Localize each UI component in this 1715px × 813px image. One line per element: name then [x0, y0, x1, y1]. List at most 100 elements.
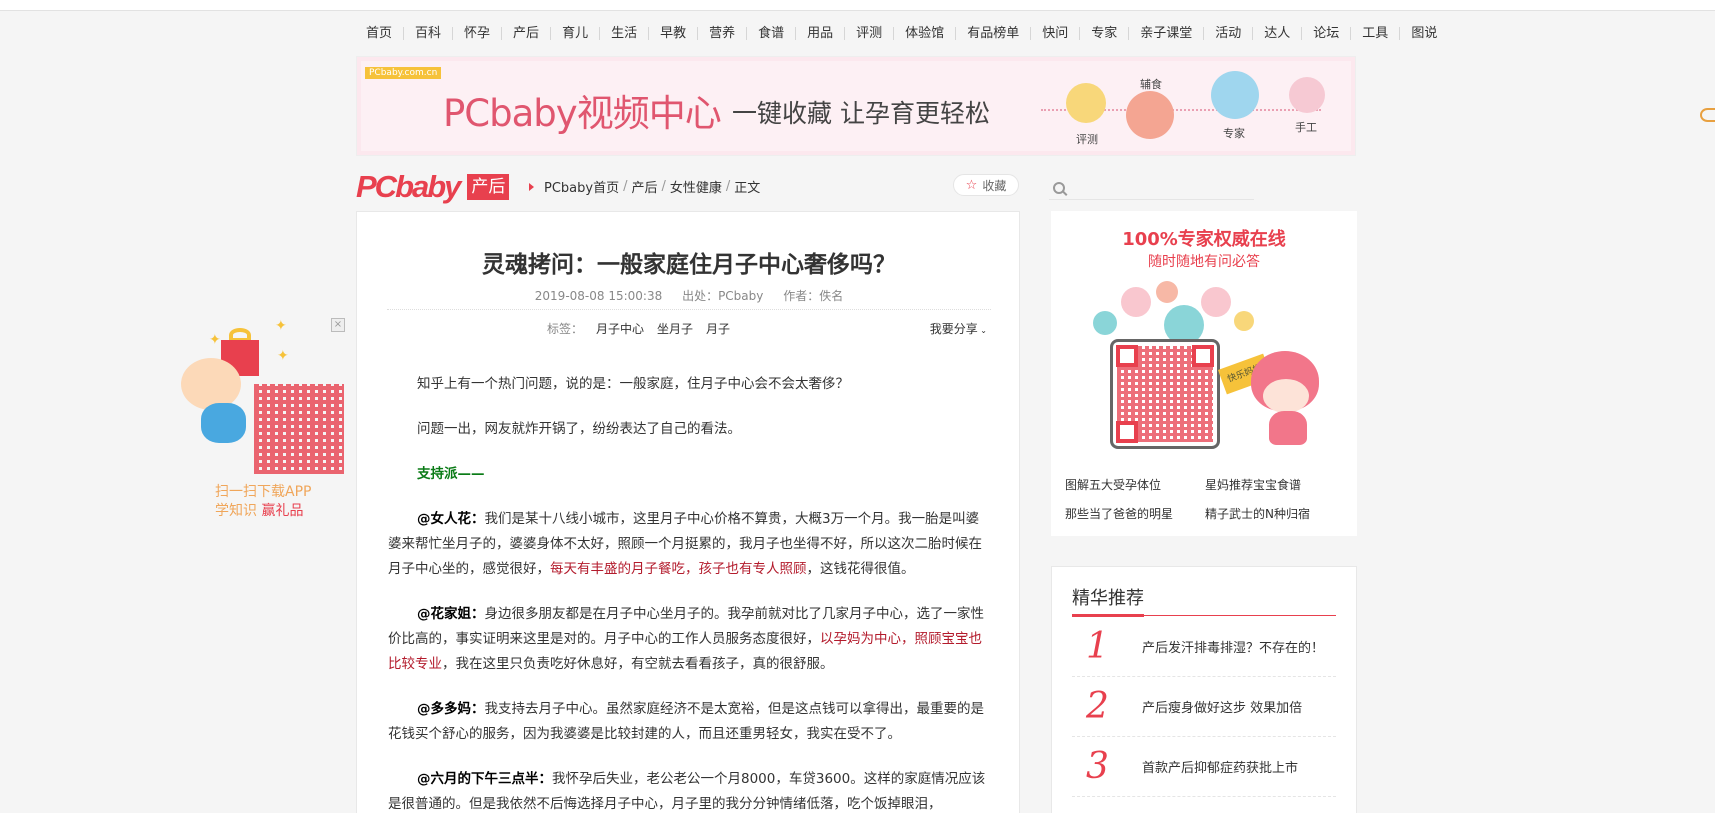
tags-label: 标签： — [547, 322, 584, 336]
nav-item-products[interactable]: 用品 — [795, 26, 844, 40]
share-label: 我要分享 — [929, 322, 978, 336]
recommend-item[interactable]: 1 产后发汗排毒排湿？不存在的！ — [1072, 617, 1336, 677]
search-bar — [1049, 176, 1254, 200]
qr-corner — [1116, 421, 1138, 443]
nav-item-recipes[interactable]: 食谱 — [746, 26, 795, 40]
nav-item-pregnancy[interactable]: 怀孕 — [452, 26, 501, 40]
commenter-name: @多多妈： — [417, 701, 485, 717]
nav-item-events[interactable]: 活动 — [1203, 26, 1252, 40]
tag-link[interactable]: 月子 — [706, 320, 730, 337]
logo-text: PCbaby — [356, 169, 461, 204]
article-paragraph: 知乎上有一个热门问题，说的是：一般家庭，住月子中心会不会太奢侈？ — [417, 376, 849, 392]
search-input[interactable] — [1075, 180, 1245, 195]
paragraph-text: ，这钱花得很值。 — [806, 561, 915, 577]
nav-item-parenting[interactable]: 育儿 — [550, 26, 599, 40]
paragraph-text: ，我在这里只负责吃好休息好，有空就去看看孩子，真的很舒服。 — [442, 656, 834, 672]
baby-mascot-head — [181, 358, 241, 410]
qr-corner — [1116, 345, 1138, 367]
video-center-banner[interactable]: PCbaby.com.cn PCbaby视频中心 一键收藏 让孕育更轻松 评测 … — [356, 56, 1356, 156]
nav-item-life[interactable]: 生活 — [599, 26, 648, 40]
breadcrumb-current: 正文 — [734, 181, 761, 196]
nav-item-reviews[interactable]: 评测 — [844, 26, 893, 40]
breadcrumb-home[interactable]: PCbaby首页 — [544, 177, 619, 196]
search-icon[interactable] — [1053, 181, 1065, 194]
nav-item-class[interactable]: 亲子课堂 — [1128, 26, 1203, 40]
nav-item-wiki[interactable]: 百科 — [403, 26, 452, 40]
article-paragraph: @女人花：我们是某十八线小城市，这里月子中心价格不算贵，大概3万一个月。我一胎是… — [388, 507, 992, 582]
channel-tag: 产后 — [467, 174, 510, 200]
recommend-link[interactable]: 首款产后抑郁症药获批上市 — [1142, 757, 1298, 776]
banner-title: PCbaby视频中心 — [443, 92, 722, 135]
tag-link[interactable]: 月子中心 — [596, 320, 644, 337]
commenter-name: @六月的下午三点半： — [417, 771, 552, 787]
site-logo[interactable]: PCbaby 产后 — [356, 169, 510, 205]
highlight-text: 每天有丰盛的月子餐吃，孩子也有专人照顾 — [550, 561, 807, 577]
nav-item-nutrition[interactable]: 营养 — [697, 26, 746, 40]
ad-link[interactable]: 图解五大受孕体位 — [1065, 476, 1205, 493]
leaf-bubble-icon — [1201, 287, 1231, 317]
nav-item-rankings[interactable]: 有品榜单 — [955, 26, 1030, 40]
chevron-down-icon: ⌄ — [977, 326, 987, 335]
nav-item-experts[interactable]: 专家 — [1079, 26, 1128, 40]
close-icon[interactable]: × — [331, 318, 345, 332]
recommend-link[interactable]: 产后瘦身做好这步 效果加倍 — [1142, 697, 1302, 716]
nav-item-home[interactable]: 首页 — [356, 27, 403, 40]
nav-item-experts-people[interactable]: 达人 — [1252, 26, 1301, 40]
banner-bubble-label: 评测 — [1076, 133, 1098, 146]
top-strip — [0, 0, 1715, 11]
banner-background: PCbaby.com.cn PCbaby视频中心 一键收藏 让孕育更轻松 评测 … — [361, 61, 1351, 151]
bottle-bubble-icon — [1093, 311, 1117, 335]
sparkle-icon: ✦ — [277, 348, 289, 364]
commenter-name: @女人花： — [417, 511, 485, 527]
mascot-face — [1263, 379, 1309, 413]
ad-link[interactable]: 那些当了爸爸的明星 — [1065, 505, 1205, 522]
breadcrumb-postpartum[interactable]: 产后 — [631, 177, 657, 196]
float-ad-line2-b: 赢礼品 — [261, 503, 304, 519]
favorite-label: 收藏 — [982, 178, 1007, 193]
float-ad-line2-a: 学知识 — [215, 503, 262, 519]
app-qr-code — [254, 384, 344, 474]
nav-item-forum[interactable]: 论坛 — [1301, 26, 1350, 40]
share-dropdown[interactable]: 我要分享 ⌄ — [930, 320, 987, 337]
nav-item-tools[interactable]: 工具 — [1350, 26, 1399, 40]
float-ad-line1: 扫一扫下载APP — [215, 484, 312, 500]
article-paragraph: @多多妈：我支持去月子中心。虽然家庭经济不是太宽裕，但是这点钱可以拿得出，最重要… — [388, 697, 992, 747]
nav-item-quick-ask[interactable]: 快问 — [1030, 26, 1079, 40]
article-meta: 2019-08-08 15:00:38 出处：PCbaby 作者：佚名 — [357, 287, 1021, 304]
article-source: 出处：PCbaby — [682, 289, 764, 303]
recommend-link[interactable]: 产后发汗排毒排湿？不存在的！ — [1142, 637, 1324, 656]
article-paragraph: @六月的下午三点半：我怀孕后失业，老公老公一个月8000，车贷3600。这样的家… — [388, 767, 992, 813]
expert-ad[interactable]: 100%专家权威在线 随时随地有问必答 快乐妈妈 图解五大受孕体位 星妈推荐宝宝… — [1051, 211, 1357, 536]
channel-nav: 首页 百科 怀孕 产后 育儿 生活 早教 营养 食谱 用品 评测 体验馆 有品榜… — [356, 20, 1448, 46]
breadcrumb-separator: / — [725, 179, 731, 194]
app-download-float-ad[interactable]: ✦ ✦ ✦ 扫一扫下载APP 学知识 赢礼品 — [181, 318, 346, 519]
craft-bubble-icon — [1289, 77, 1325, 113]
coin-bubble-icon — [1234, 311, 1254, 331]
nav-item-experience[interactable]: 体验馆 — [893, 26, 955, 40]
article-tags: 标签： 月子中心 坐月子 月子 — [547, 320, 730, 337]
recommend-title: 精华推荐 — [1072, 588, 1144, 609]
ad-link[interactable]: 精子武士的N种归宿 — [1205, 505, 1345, 522]
meta-divider — [387, 309, 991, 310]
article-title: 灵魂拷问：一般家庭住月子中心奢侈吗？ — [482, 252, 896, 278]
recommend-item[interactable]: 2 产后瘦身做好这步 效果加倍 — [1072, 677, 1336, 737]
nav-item-pictures[interactable]: 图说 — [1399, 26, 1448, 40]
edge-decoration — [1700, 108, 1715, 122]
breadcrumb-separator: / — [661, 179, 666, 194]
ad-links: 图解五大受孕体位 星妈推荐宝宝食谱 那些当了爸爸的明星 精子武士的N种归宿 — [1065, 476, 1345, 522]
article-date: 2019-08-08 15:00:38 — [534, 289, 663, 303]
sparkle-icon: ✦ — [209, 332, 221, 348]
favorite-button[interactable]: ☆ 收藏 — [953, 174, 1019, 196]
breadcrumb-womens-health[interactable]: 女性健康 — [670, 177, 722, 196]
expert-bubble-icon — [1211, 71, 1259, 119]
tag-link[interactable]: 坐月子 — [657, 320, 693, 337]
nav-item-postpartum[interactable]: 产后 — [501, 26, 550, 40]
qr-code — [1110, 339, 1220, 449]
article-author: 作者：佚名 — [783, 289, 844, 303]
pencil-bubble-icon — [1121, 287, 1151, 317]
article-paragraph: 问题一出，网友就炸开锅了，纷纷表达了自己的看法。 — [417, 421, 741, 437]
ad-link[interactable]: 星妈推荐宝宝食谱 — [1205, 476, 1345, 493]
nav-item-early-edu[interactable]: 早教 — [648, 26, 697, 40]
breadcrumb: PCbaby首页 / 产后 / 女性健康 / 正文 — [529, 177, 760, 196]
recommend-item[interactable]: 3 首款产后抑郁症药获批上市 — [1072, 737, 1336, 797]
